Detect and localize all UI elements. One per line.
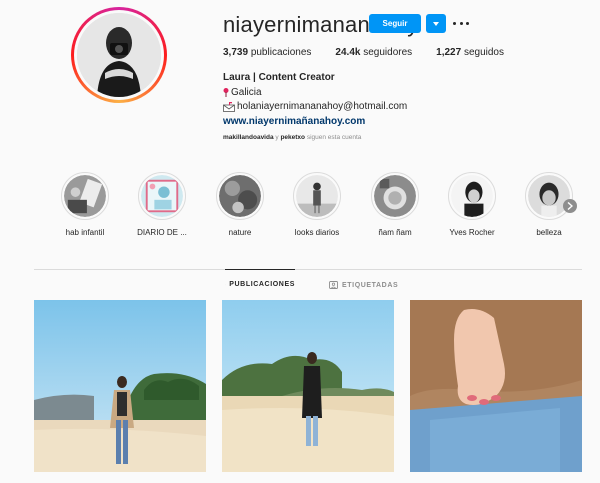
story-highlights: hab infantil DIARIO DE ... nature looks … — [0, 172, 600, 242]
dot-icon — [453, 21, 456, 25]
highlight-nam-nam-icon — [374, 175, 416, 217]
highlight-label: Yves Rocher — [449, 228, 495, 237]
follow-button[interactable]: Seguir — [369, 14, 421, 33]
bio-location: Galicia — [231, 86, 262, 98]
tabs-divider — [34, 269, 582, 270]
dot-icon — [459, 21, 463, 25]
tab-publicaciones-label: PUBLICACIONES — [229, 281, 295, 288]
profile-stats: 3,739 publicaciones 24.4k seguidores 1,2… — [223, 47, 504, 58]
highlight-nature-icon — [219, 175, 261, 217]
post-image — [222, 300, 394, 472]
followers-label: seguidores — [363, 47, 413, 58]
bio-location-line: Galicia — [223, 86, 407, 101]
followed-by-connector: y — [275, 134, 279, 141]
following-count: 1,227 — [436, 47, 462, 58]
tab-publicaciones[interactable]: PUBLICACIONES — [225, 269, 295, 299]
bio-email: holaniayernimananahoy@hotmail.com — [237, 101, 408, 112]
highlight-item[interactable]: looks diarios — [282, 172, 352, 237]
highlight-diario-icon — [141, 175, 183, 217]
followed-by-suffix: siguen esta cuenta — [306, 134, 362, 141]
post-thumbnail[interactable] — [410, 300, 582, 472]
highlight-label: DIARIO DE ... — [137, 228, 187, 237]
highlight-looks-icon — [296, 175, 338, 217]
bio-name: Laura | Content Creator — [223, 72, 335, 83]
avatar-photo — [77, 13, 161, 97]
followed-by-user-1: makillandoavida — [223, 134, 274, 141]
highlight-ring — [293, 172, 341, 220]
highlight-ring — [216, 172, 264, 220]
highlight-item[interactable]: hab infantil — [50, 172, 120, 237]
highlight-label: hab infantil — [65, 228, 105, 237]
highlight-hab-infantil-icon — [64, 175, 106, 217]
highlight-item[interactable]: ñam ñam — [360, 172, 430, 237]
dot-icon — [466, 21, 469, 25]
highlight-ring — [371, 172, 419, 220]
following-label: seguidos — [463, 47, 504, 58]
followed-by-user-2: peketxo — [280, 134, 306, 141]
bio-website-link[interactable]: www.niayernimañanahoy.com — [223, 115, 407, 130]
highlight-label: ñam ñam — [378, 228, 412, 237]
pin-icon — [223, 88, 229, 98]
highlight-ring — [138, 172, 186, 220]
avatar-portrait — [77, 13, 161, 97]
posts-stat: 3,739 publicaciones — [223, 47, 311, 58]
post-image — [410, 300, 582, 472]
profile-avatar[interactable] — [71, 7, 167, 103]
highlight-item[interactable]: nature — [205, 172, 275, 237]
highlight-label: looks diarios — [294, 228, 340, 237]
post-image — [34, 300, 206, 472]
tag-icon — [329, 281, 338, 289]
chevron-right-icon — [567, 202, 573, 210]
highlights-next-button[interactable] — [563, 199, 577, 213]
avatar-ring-gap — [74, 10, 164, 100]
posts-count: 3,739 — [223, 47, 249, 58]
profile-bio: Laura | Content Creator Galicia holaniay… — [223, 71, 407, 129]
suggested-dropdown-button[interactable] — [426, 14, 446, 33]
bio-email-line: holaniayernimananahoy@hotmail.com — [223, 100, 407, 115]
following-stat[interactable]: 1,227 seguidos — [436, 47, 504, 58]
highlight-ring — [61, 172, 109, 220]
tab-etiquetadas-label: ETIQUETADAS — [342, 281, 399, 289]
post-thumbnail[interactable] — [222, 300, 394, 472]
caret-down-icon — [433, 21, 439, 26]
highlight-yves-rocher-icon — [451, 175, 493, 217]
followers-stat[interactable]: 24.4k seguidores — [335, 47, 412, 58]
posts-label: publicaciones — [250, 47, 312, 58]
highlight-item[interactable]: DIARIO DE ... — [127, 172, 197, 237]
followers-count: 24.4k — [335, 47, 361, 58]
tab-etiquetadas[interactable]: ETIQUETADAS — [329, 270, 398, 300]
mailbox-icon — [223, 102, 235, 113]
highlight-label: nature — [228, 228, 252, 237]
highlight-label: belleza — [536, 228, 562, 237]
highlight-item[interactable]: Yves Rocher — [437, 172, 507, 237]
more-options-button[interactable] — [453, 16, 469, 30]
followed-by-text[interactable]: makillandoavida y peketxo siguen esta cu… — [223, 134, 361, 141]
highlight-ring — [525, 172, 573, 220]
highlight-ring — [448, 172, 496, 220]
post-thumbnail[interactable] — [34, 300, 206, 472]
highlight-belleza-icon — [528, 175, 570, 217]
